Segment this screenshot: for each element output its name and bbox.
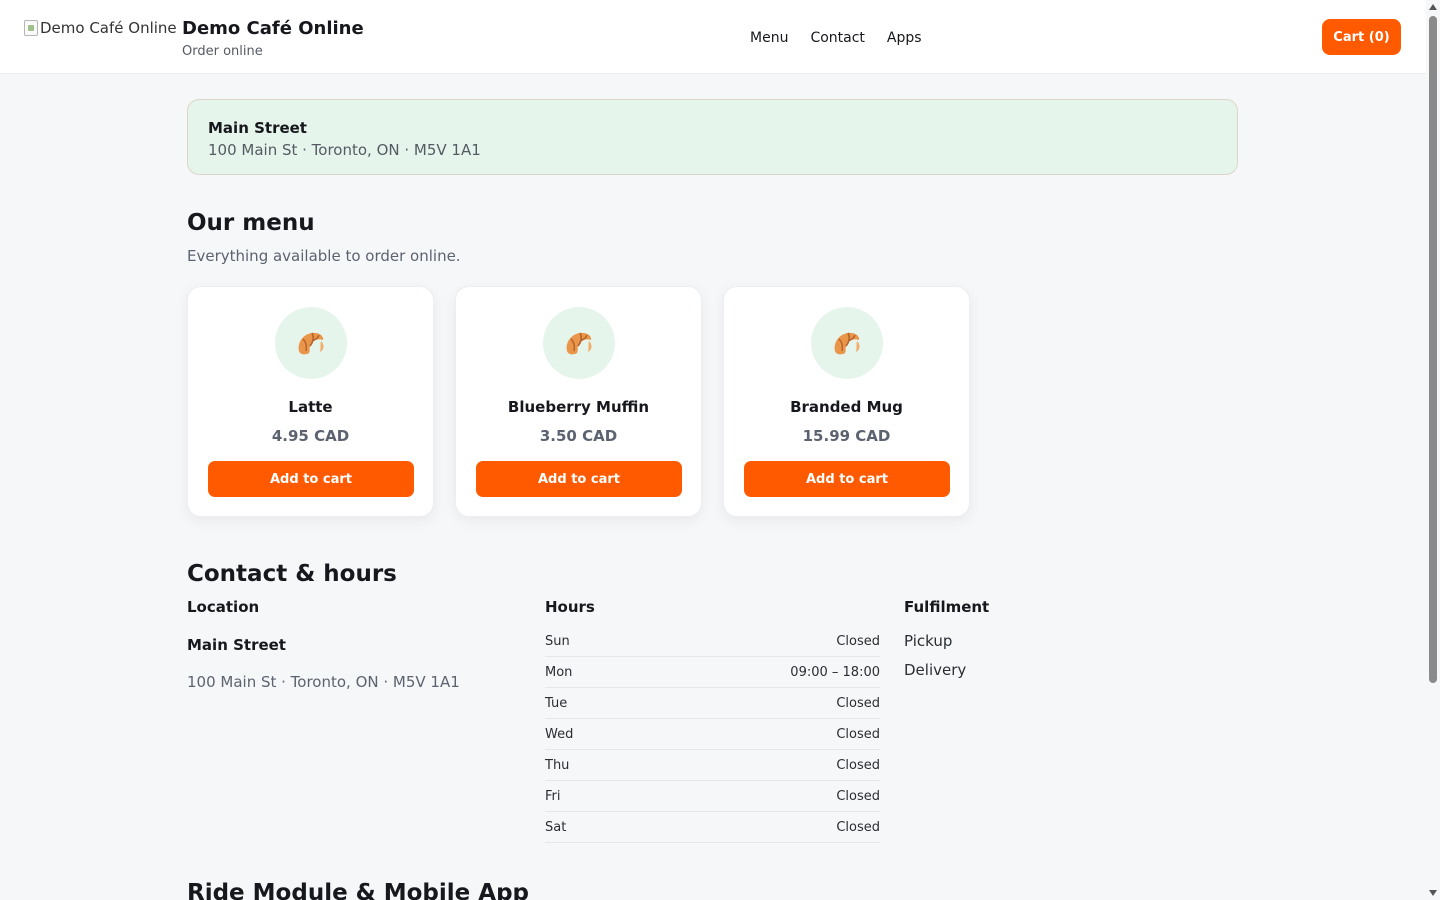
hours-time: Closed xyxy=(836,788,880,804)
contact-title: Contact & hours xyxy=(187,561,397,587)
add-to-cart-button[interactable]: Add to cart xyxy=(744,461,950,497)
scroll-thumb[interactable] xyxy=(1429,16,1437,683)
hours-time: Closed xyxy=(836,633,880,649)
menu-subtitle: Everything available to order online. xyxy=(187,247,461,265)
location-name: Main Street xyxy=(208,119,307,137)
hours-row: Fri Closed xyxy=(545,781,880,812)
broken-image-icon xyxy=(24,20,38,36)
fulfilment-delivery: Delivery xyxy=(904,661,967,679)
site-header: Demo Café Online Demo Café Online Order … xyxy=(0,0,1426,74)
brand[interactable]: Demo Café Online Order online xyxy=(182,18,364,59)
hours-day: Thu xyxy=(545,757,570,773)
menu-card: Latte 4.95 CAD Add to cart xyxy=(187,286,434,517)
item-name: Branded Mug xyxy=(790,398,903,416)
add-to-cart-button[interactable]: Add to cart xyxy=(476,461,682,497)
hours-row: Thu Closed xyxy=(545,750,880,781)
hours-time: Closed xyxy=(836,819,880,835)
hours-table: Sun Closed Mon 09:00 – 18:00 Tue Closed … xyxy=(545,626,880,843)
contact-location-address: 100 Main St · Toronto, ON · M5V 1A1 xyxy=(187,673,460,691)
hours-time: Closed xyxy=(836,757,880,773)
location-heading: Location xyxy=(187,598,260,616)
page: Demo Café Online Demo Café Online Order … xyxy=(0,0,1440,900)
cart-button[interactable]: Cart (0) xyxy=(1322,19,1401,55)
croissant-icon xyxy=(811,307,883,379)
location-address: 100 Main St · Toronto, ON · M5V 1A1 xyxy=(208,141,481,159)
item-price: 3.50 CAD xyxy=(539,427,618,445)
fulfilment-list: Pickup Delivery xyxy=(904,632,966,690)
page-scrollbar[interactable] xyxy=(1426,0,1440,900)
scroll-up-icon[interactable] xyxy=(1429,4,1437,10)
hours-day: Mon xyxy=(545,664,573,680)
location-banner: Main Street 100 Main St · Toronto, ON · … xyxy=(187,99,1238,175)
hours-row: Tue Closed xyxy=(545,688,880,719)
hours-time: Closed xyxy=(836,695,880,711)
item-price: 4.95 CAD xyxy=(271,427,350,445)
nav-apps-link[interactable]: Apps xyxy=(887,30,922,46)
brand-subtitle: Order online xyxy=(182,44,263,59)
hours-day: Sat xyxy=(545,819,567,835)
croissant-icon xyxy=(543,307,615,379)
fulfilment-pickup: Pickup xyxy=(904,632,953,650)
hours-day: Fri xyxy=(545,788,561,804)
item-name: Latte xyxy=(288,398,333,416)
logo-image[interactable]: Demo Café Online xyxy=(24,19,177,37)
menu-cards: Latte 4.95 CAD Add to cart Blueberry Muf… xyxy=(187,286,970,517)
hours-row: Mon 09:00 – 18:00 xyxy=(545,657,880,688)
item-name: Blueberry Muffin xyxy=(507,398,650,416)
nav-menu-link[interactable]: Menu xyxy=(750,30,788,46)
ride-module-section-title: Ride Module & Mobile App xyxy=(187,880,530,900)
menu-card: Branded Mug 15.99 CAD Add to cart xyxy=(723,286,970,517)
brand-name: Demo Café Online xyxy=(182,18,364,39)
menu-title: Our menu xyxy=(187,210,315,236)
hours-day: Wed xyxy=(545,726,574,742)
item-price: 15.99 CAD xyxy=(802,427,891,445)
hours-row: Sun Closed xyxy=(545,626,880,657)
logo-alt-text: Demo Café Online xyxy=(40,19,177,37)
contact-location-name: Main Street xyxy=(187,636,286,654)
hours-row: Wed Closed xyxy=(545,719,880,750)
menu-card: Blueberry Muffin 3.50 CAD Add to cart xyxy=(455,286,702,517)
hours-day: Tue xyxy=(545,695,568,711)
hours-day: Sun xyxy=(545,633,570,649)
hours-time: Closed xyxy=(836,726,880,742)
hours-time: 09:00 – 18:00 xyxy=(790,664,880,680)
scroll-down-icon[interactable] xyxy=(1429,890,1437,896)
add-to-cart-button[interactable]: Add to cart xyxy=(208,461,414,497)
hours-row: Sat Closed xyxy=(545,812,880,843)
croissant-icon xyxy=(275,307,347,379)
hours-heading: Hours xyxy=(545,598,595,616)
main-nav: Menu Contact Apps xyxy=(750,30,922,46)
nav-contact-link[interactable]: Contact xyxy=(810,30,864,46)
fulfilment-heading: Fulfilment xyxy=(904,598,990,616)
